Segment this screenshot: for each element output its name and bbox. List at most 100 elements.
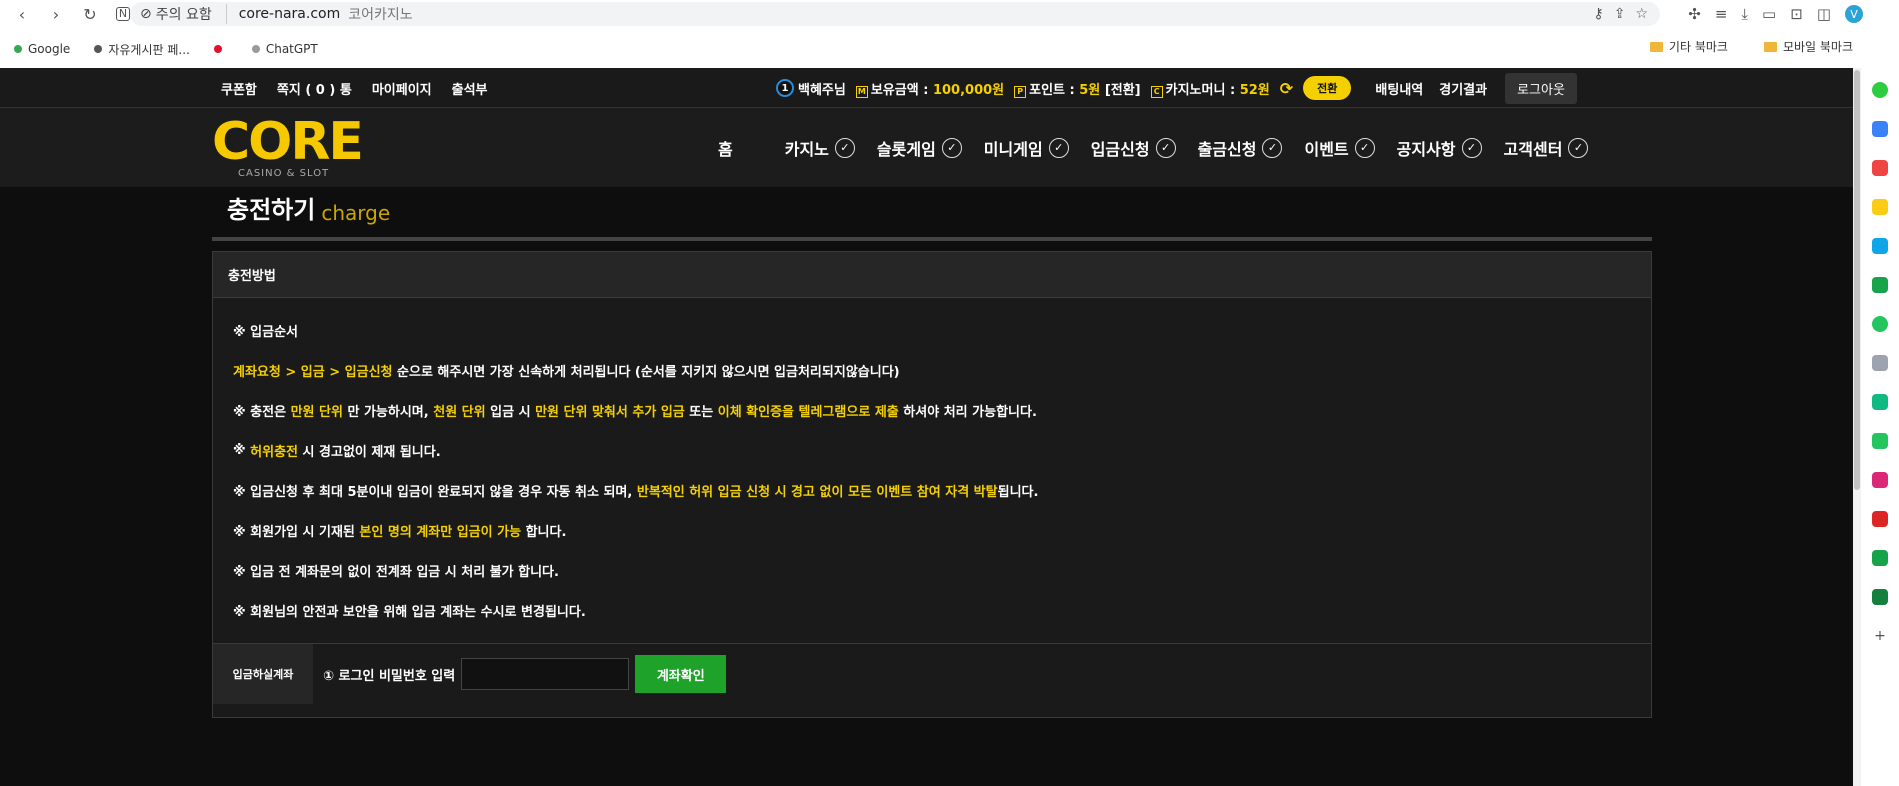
reading-list-icon[interactable]: ≡ — [1715, 5, 1728, 23]
casino-coin-icon: C — [1150, 85, 1163, 98]
not-secure-icon: ⊘ — [140, 6, 152, 22]
highlight-text: 천원 단위 — [433, 404, 486, 420]
check-circle-icon: ✓ — [1155, 137, 1176, 158]
chatgpt-favicon-icon — [251, 45, 260, 53]
account-confirm-button[interactable]: 계좌확인 — [635, 655, 727, 693]
highlight-text: 계좌요청 > 입금 > 입금신청 — [233, 364, 393, 380]
highlight-text: 이체 확인증을 텔레그램으로 제출 — [717, 404, 899, 420]
security-chip[interactable]: ⊘ 주의 요함 — [140, 4, 227, 24]
url-page-title: 코어카지노 — [348, 7, 413, 23]
coupon-link[interactable]: 쿠폰함 — [221, 79, 257, 98]
highlight-text: 본인 명의 계좌만 입금이 가능 — [359, 524, 522, 540]
method-line: ※ 입금신청 후 최대 5분이내 입금이 완료되지 않을 경우 자동 취소 되며… — [233, 470, 1631, 510]
site-header: CORE CASINO & SLOT 홈 카지노 ✓ 슬롯게임 ✓ 미니게임 ✓ 입금… — [0, 108, 1853, 187]
scrollbar-thumb[interactable] — [1854, 70, 1860, 490]
rail-app-icon[interactable] — [1872, 82, 1888, 98]
method-text: 순으로 해주시면 가장 신속하게 처리됩니다 (순서를 지키지 않으시면 입금처… — [392, 364, 900, 380]
rail-app-icon[interactable] — [1872, 355, 1888, 371]
method-text: 만 가능하시며, — [342, 404, 434, 420]
download-icon[interactable]: ⤓ — [1741, 5, 1748, 23]
key-icon[interactable]: ⚷ — [1593, 6, 1603, 22]
profile-avatar[interactable]: V — [1845, 5, 1863, 23]
rail-app-icon[interactable] — [1872, 238, 1888, 254]
nav-notice[interactable]: 공지사항 ✓ — [1397, 136, 1482, 160]
user-name: 1 백혜주님 — [776, 79, 846, 98]
method-text: 합니다. — [521, 524, 567, 540]
share-icon[interactable]: ⇪ — [1614, 6, 1626, 22]
balance: M 보유금액 : 100,000원 — [855, 79, 1004, 98]
rail-app-icon[interactable] — [1872, 394, 1888, 410]
login-password-input[interactable] — [461, 658, 630, 690]
sidepanel-icon[interactable]: ◫ — [1817, 5, 1831, 23]
bookmark-folder-other[interactable]: 기타 북마크 — [1649, 38, 1728, 55]
check-circle-icon: ✓ — [1048, 137, 1069, 158]
nav-slot[interactable]: 슬롯게임 ✓ — [877, 136, 962, 160]
page-scrollbar[interactable] — [1853, 68, 1861, 786]
rail-app-icon[interactable] — [1872, 121, 1888, 137]
security-chip-label: 주의 요함 — [155, 7, 212, 23]
omnibox-icons: ⚷ ⇪ ☆ — [1593, 2, 1648, 26]
nav-deposit[interactable]: 입금신청 ✓ — [1091, 136, 1176, 160]
rail-app-icon[interactable] — [1872, 511, 1888, 527]
rail-app-icon[interactable] — [1872, 199, 1888, 215]
nav-event[interactable]: 이벤트 ✓ — [1304, 136, 1375, 160]
charge-method-title: 충전방법 — [213, 252, 1651, 298]
switch-button[interactable]: 전환 — [1303, 76, 1352, 100]
nav-home[interactable]: 홈 — [718, 136, 733, 160]
extensions-icon[interactable]: ✣ — [1688, 5, 1701, 23]
bookmark-red[interactable] — [213, 45, 228, 53]
mypage-link[interactable]: 마이페이지 — [372, 79, 432, 98]
forward-icon[interactable]: › — [44, 5, 68, 24]
star-icon[interactable]: ☆ — [1635, 6, 1648, 22]
reload-icon[interactable]: ↻ — [78, 5, 102, 24]
naver-icon[interactable]: N — [116, 7, 130, 21]
match-results-link[interactable]: 경기결과 — [1439, 79, 1487, 98]
bookmark-chatgpt[interactable]: ChatGPT — [251, 42, 318, 56]
point-switch-link[interactable]: [전환] — [1105, 83, 1141, 98]
google-favicon-icon — [14, 45, 22, 53]
rail-app-icon[interactable] — [1872, 277, 1888, 293]
nav-casino[interactable]: 카지노 ✓ — [785, 136, 855, 160]
rail-app-icon[interactable] — [1872, 316, 1888, 332]
level-badge-icon: 1 — [776, 79, 794, 97]
logout-button[interactable]: 로그아웃 — [1505, 72, 1577, 104]
nav-support[interactable]: 고객센터 ✓ — [1504, 136, 1589, 160]
user-topbar: 쿠폰함 쪽지 ( 0 ) 통 마이페이지 출석부 1 백혜주님 M 보유금액 : … — [0, 68, 1853, 108]
betting-history-link[interactable]: 배팅내역 — [1375, 79, 1423, 98]
add-icon[interactable]: + — [1861, 628, 1899, 644]
refresh-icon[interactable]: ⟳ — [1280, 79, 1293, 98]
method-line: ※ 회원가입 시 기재된 본인 명의 계좌만 입금이 가능 합니다. — [233, 510, 1631, 550]
bookmark-folder-mobile[interactable]: 모바일 북마크 — [1763, 38, 1853, 55]
title-divider — [212, 237, 1652, 241]
method-text: ※ 입금신청 후 최대 5분이내 입금이 완료되지 않을 경우 자동 취소 되며… — [233, 484, 637, 500]
rail-app-icon[interactable] — [1872, 160, 1888, 176]
deposit-account-label: 입금하실계좌 — [213, 644, 313, 704]
method-line: ※ 회원님의 안전과 보안을 위해 입금 계좌는 수시로 변경됩니다. — [233, 590, 1631, 630]
screenshot-icon[interactable]: ⊡ — [1790, 5, 1803, 23]
attendance-link[interactable]: 출석부 — [452, 79, 488, 98]
highlight-text: 반복적인 허위 입금 신청 시 경고 없이 모든 이벤트 참여 자격 박탈 — [636, 484, 998, 500]
nav-minigame[interactable]: 미니게임 ✓ — [984, 136, 1069, 160]
rail-app-icon[interactable] — [1872, 433, 1888, 449]
site-logo[interactable]: CORE CASINO & SLOT — [212, 116, 372, 179]
cast-icon[interactable]: ▭ — [1762, 5, 1776, 23]
check-circle-icon: ✓ — [1568, 137, 1589, 158]
rail-app-icon[interactable] — [1872, 589, 1888, 605]
check-circle-icon: ✓ — [834, 137, 855, 158]
bookmark-board[interactable]: 자유게시판 페... — [94, 41, 190, 58]
rail-app-icon[interactable] — [1872, 472, 1888, 488]
omnibox[interactable]: ⊘ 주의 요함 core-nara.com 코어카지노 ⚷ ⇪ ☆ — [130, 2, 1660, 26]
casino-money: C 카지노머니 : 52원 — [1150, 79, 1270, 98]
charge-method-box: 충전방법 ※ 입금순서 계좌요청 > 입금 > 입금신청 순으로 해주시면 가장 … — [212, 251, 1652, 681]
method-line: ※ 충전은 만원 단위 만 가능하시며, 천원 단위 입금 시 만원 단위 맞춰… — [233, 390, 1631, 430]
nav-withdraw[interactable]: 출금신청 ✓ — [1198, 136, 1283, 160]
rail-app-icon[interactable] — [1872, 550, 1888, 566]
method-text: ※ 충전은 — [233, 404, 291, 420]
message-link[interactable]: 쪽지 ( 0 ) 통 — [277, 79, 352, 98]
browser-chrome: ‹ › ↻ N ⊘ 주의 요함 core-nara.com 코어카지노 ⚷ ⇪ … — [0, 0, 1899, 68]
method-line: 계좌요청 > 입금 > 입금신청 순으로 해주시면 가장 신속하게 처리됩니다 … — [233, 350, 1631, 390]
method-line: ※ 입금순서 — [233, 310, 1631, 350]
bookmark-google[interactable]: Google — [14, 42, 70, 56]
method-text: 됩니다. — [997, 484, 1039, 500]
back-icon[interactable]: ‹ — [10, 5, 34, 24]
